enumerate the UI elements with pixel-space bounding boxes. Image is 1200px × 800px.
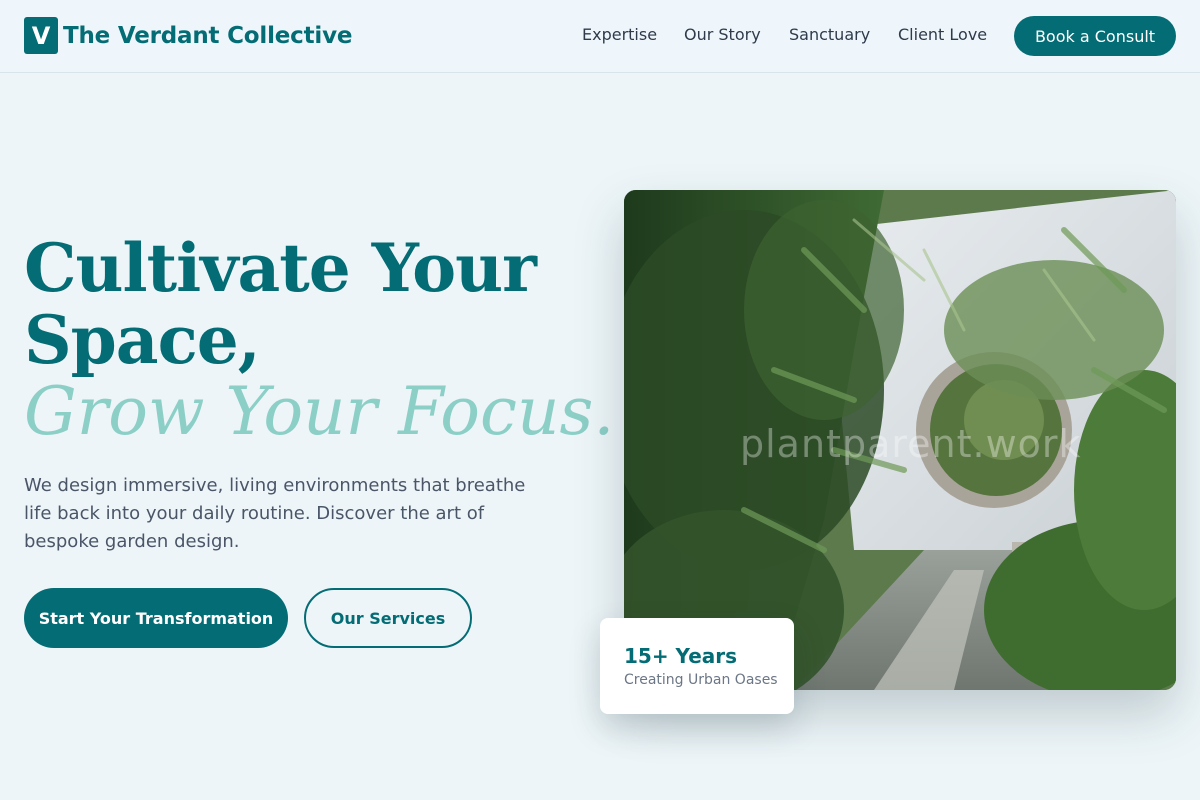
site-header: V The Verdant Collective Expertise Our S… (0, 0, 1200, 73)
hero-lead: We design immersive, living environments… (24, 475, 526, 552)
book-consult-button[interactable]: Book a Consult (1014, 16, 1176, 56)
nav-item-expertise[interactable]: Expertise (582, 25, 657, 44)
brand-name: The Verdant Collective (63, 22, 353, 49)
our-services-button[interactable]: Our Services (304, 588, 472, 648)
headline-line-1: Cultivate Your (24, 229, 537, 307)
image-watermark: plantparent.work (740, 422, 1082, 466)
nav-item-client-love[interactable]: Client Love (898, 25, 987, 44)
nav-item-our-story[interactable]: Our Story (684, 25, 761, 44)
stat-value: 15+ Years (624, 644, 738, 668)
hero-headline: Cultivate Your Space, Grow Your Focus. (24, 229, 615, 450)
headline-accent: Grow Your Focus. (24, 373, 615, 450)
brand[interactable]: V The Verdant Collective (24, 17, 352, 54)
experience-stat-card: 15+ Years Creating Urban Oases (600, 618, 794, 714)
start-transformation-button[interactable]: Start Your Transformation (24, 588, 288, 648)
stat-caption: Creating Urban Oases (624, 672, 778, 688)
logo-icon: V (24, 17, 58, 54)
hero-garden-image: plantparent.work (624, 190, 1176, 690)
headline-line-2: Space, (24, 301, 261, 379)
nav-item-sanctuary[interactable]: Sanctuary (789, 25, 870, 44)
